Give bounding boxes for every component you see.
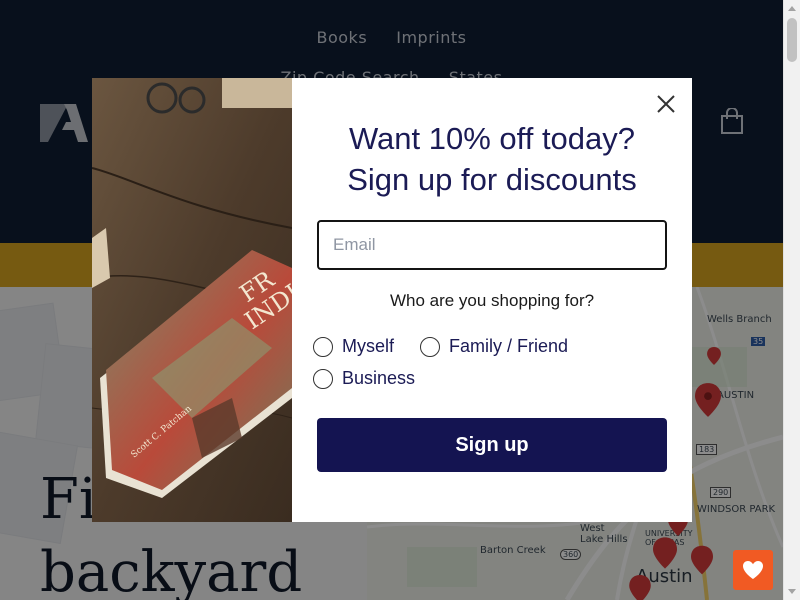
radio-circle-icon[interactable]: [420, 336, 440, 357]
sign-up-button[interactable]: Sign up: [317, 418, 667, 472]
page-scrollbar[interactable]: [783, 0, 800, 600]
radio-label-family-friend: Family / Friend: [449, 336, 569, 356]
popup-headline: Want 10% off today? Sign up for discount…: [292, 118, 692, 200]
radio-circle-icon[interactable]: [313, 368, 333, 389]
radio-option-myself[interactable]: Myself: [313, 336, 394, 357]
radio-option-business[interactable]: Business: [313, 368, 415, 389]
scroll-thumb[interactable]: [787, 18, 797, 62]
wishlist-button[interactable]: [733, 550, 773, 590]
headline-line2: Sign up for discounts: [347, 162, 637, 197]
radio-label-business: Business: [342, 368, 416, 388]
radio-circle-icon[interactable]: [313, 336, 333, 357]
signup-form: Want 10% off today? Sign up for discount…: [292, 78, 692, 522]
heart-icon: [743, 561, 763, 579]
email-input[interactable]: [317, 220, 667, 270]
headline-line1: Want 10% off today?: [348, 121, 636, 156]
close-icon[interactable]: [654, 92, 678, 116]
discount-popup: FR INDIA Scott C. Patchan Want 10% off t…: [92, 78, 692, 522]
radio-option-family-friend[interactable]: Family / Friend: [420, 336, 568, 357]
popup-book-photo: FR INDIA Scott C. Patchan: [92, 78, 292, 522]
scroll-up-arrow-icon[interactable]: [788, 6, 796, 11]
shopping-for-question: Who are you shopping for?: [389, 291, 595, 310]
scroll-down-arrow-icon[interactable]: [788, 589, 796, 594]
radio-label-myself: Myself: [342, 336, 395, 356]
book-on-table-image: FR INDIA Scott C. Patchan: [92, 78, 292, 522]
